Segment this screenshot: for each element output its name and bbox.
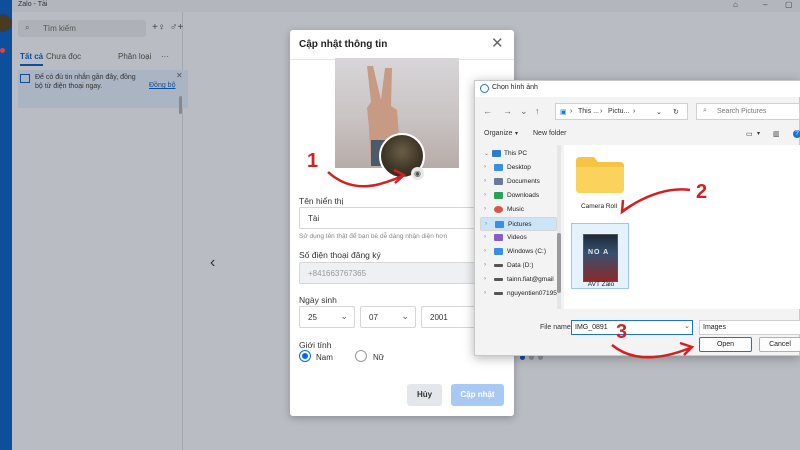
annotation-step-1: 1 <box>307 150 319 172</box>
annotation-step-2: 2 <box>696 181 708 203</box>
arrow-step-3 <box>611 344 691 359</box>
arrow-step-2 <box>623 188 691 212</box>
annotation-arrows <box>327 168 695 359</box>
arrow-step-1 <box>327 171 403 188</box>
arrowhead-step-2 <box>620 199 633 215</box>
annotation-step-3: 3 <box>616 321 628 343</box>
